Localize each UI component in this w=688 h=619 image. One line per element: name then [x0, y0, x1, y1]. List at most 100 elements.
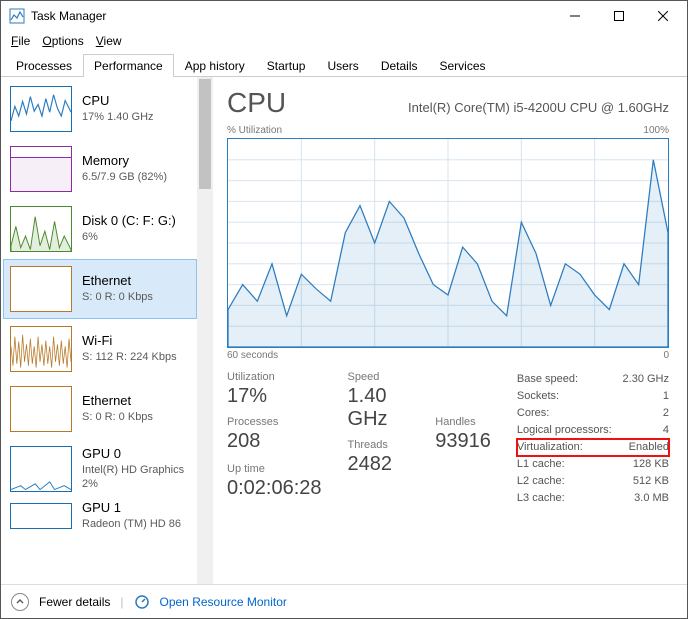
- minimize-icon: [570, 11, 580, 21]
- sidebar-item-label: Disk 0 (C: F: G:): [82, 213, 176, 230]
- sidebar-item-sub: S: 112 R: 224 Kbps: [82, 350, 177, 364]
- spec-lprocs-l: Logical processors:: [517, 422, 612, 439]
- sidebar-item-gpu1[interactable]: GPU 1 Radeon (TM) HD 86: [3, 499, 197, 533]
- sidebar-item-ethernet2[interactable]: Ethernet S: 0 R: 0 Kbps: [3, 379, 197, 439]
- sidebar-item-wifi[interactable]: Wi-Fi S: 112 R: 224 Kbps: [3, 319, 197, 379]
- uptime-value: 0:02:06:28: [227, 477, 322, 500]
- gpu1-thumbnail-chart: [10, 503, 72, 529]
- spec-l2: 512 KB: [633, 473, 669, 490]
- menu-options[interactable]: Options: [42, 34, 83, 48]
- scrollbar-thumb[interactable]: [199, 79, 211, 189]
- sidebar-item-sub: 6.5/7.9 GB (82%): [82, 170, 167, 184]
- specs-table: Base speed: 2.30 GHz Sockets: 1 Cores: 2 Lo…: [517, 371, 669, 507]
- sidebar-item-label: Memory: [82, 153, 167, 170]
- task-manager-window: Task Manager File Options View Processes…: [0, 0, 688, 619]
- speed-value: 1.40 GHz: [348, 385, 410, 431]
- chevron-up-icon[interactable]: [11, 593, 29, 611]
- sidebar-list[interactable]: CPU 17% 1.40 GHz Memory 6.5/7.9 GB (82%): [1, 77, 197, 584]
- sidebar-item-sub: Intel(R) HD Graphics: [82, 463, 184, 477]
- spec-cores: 2: [663, 405, 669, 422]
- spec-virtualization: Enabled: [629, 439, 669, 456]
- spec-sockets-l: Sockets:: [517, 388, 559, 405]
- minimize-button[interactable]: [553, 2, 597, 30]
- chart-xlabel-left: 60 seconds: [227, 350, 278, 361]
- handles-value: 93916: [435, 430, 491, 453]
- spec-virtualization-l: Virtualization:: [517, 439, 583, 456]
- gpu0-thumbnail-chart: [10, 446, 72, 492]
- spec-base-speed: 2.30 GHz: [623, 371, 669, 388]
- threads-label: Threads: [348, 439, 410, 451]
- sidebar-item-disk0[interactable]: Disk 0 (C: F: G:) 6%: [3, 199, 197, 259]
- sidebar-item-gpu0[interactable]: GPU 0 Intel(R) HD Graphics 2%: [3, 439, 197, 499]
- sidebar-panel: CPU 17% 1.40 GHz Memory 6.5/7.9 GB (82%): [1, 77, 213, 584]
- sidebar-item-sub: 6%: [82, 230, 176, 244]
- tab-processes[interactable]: Processes: [5, 54, 83, 77]
- sidebar-item-label: GPU 0: [82, 446, 184, 463]
- spec-l1-l: L1 cache:: [517, 456, 565, 473]
- maximize-icon: [614, 11, 624, 21]
- resource-monitor-icon: [134, 594, 150, 610]
- spec-lprocs: 4: [663, 422, 669, 439]
- spec-l1: 128 KB: [633, 456, 669, 473]
- speed-label: Speed: [348, 371, 410, 383]
- sidebar-item-sub: 17% 1.40 GHz: [82, 110, 154, 124]
- sidebar-item-label: Ethernet: [82, 273, 153, 290]
- sidebar-scrollbar[interactable]: [197, 77, 213, 584]
- cpu-model-name: Intel(R) Core(TM) i5-4200U CPU @ 1.60GHz: [408, 100, 669, 115]
- sidebar-item-cpu[interactable]: CPU 17% 1.40 GHz: [3, 79, 197, 139]
- menubar: File Options View: [1, 31, 687, 51]
- footer-divider: |: [120, 595, 123, 609]
- close-icon: [658, 11, 668, 21]
- fewer-details-link[interactable]: Fewer details: [39, 595, 110, 609]
- spec-cores-l: Cores:: [517, 405, 549, 422]
- tab-users[interactable]: Users: [316, 54, 369, 77]
- sidebar-item-ethernet[interactable]: Ethernet S: 0 R: 0 Kbps: [3, 259, 197, 319]
- menu-file[interactable]: File: [11, 34, 30, 48]
- processes-label: Processes: [227, 416, 322, 428]
- tab-startup[interactable]: Startup: [256, 54, 317, 77]
- sidebar-item-label: Ethernet: [82, 393, 153, 410]
- open-resource-monitor-link[interactable]: Open Resource Monitor: [160, 595, 287, 609]
- spec-l3: 3.0 MB: [634, 490, 669, 507]
- sidebar-item-sub: S: 0 R: 0 Kbps: [82, 410, 153, 424]
- chart-xlabel-right: 0: [663, 350, 669, 361]
- spec-l2-l: L2 cache:: [517, 473, 565, 490]
- tab-app-history[interactable]: App history: [174, 54, 256, 77]
- handles-label: Handles: [435, 416, 491, 428]
- spec-base-speed-l: Base speed:: [517, 371, 578, 388]
- cpu-thumbnail-chart: [10, 86, 72, 132]
- spec-l3-l: L3 cache:: [517, 490, 565, 507]
- tab-performance[interactable]: Performance: [83, 54, 174, 77]
- close-button[interactable]: [641, 2, 685, 30]
- tab-bar: Processes Performance App history Startu…: [1, 51, 687, 77]
- sidebar-item-sub: S: 0 R: 0 Kbps: [82, 290, 153, 304]
- chart-ylabel: % Utilization: [227, 125, 282, 136]
- titlebar[interactable]: Task Manager: [1, 1, 687, 31]
- footer-bar: Fewer details | Open Resource Monitor: [1, 584, 687, 618]
- page-title: CPU: [227, 87, 286, 119]
- stats-block: Utilization 17% Processes 208 Up time 0:…: [227, 371, 669, 507]
- menu-view[interactable]: View: [96, 34, 122, 48]
- sidebar-item-memory[interactable]: Memory 6.5/7.9 GB (82%): [3, 139, 197, 199]
- threads-value: 2482: [348, 453, 410, 476]
- utilization-label: Utilization: [227, 371, 322, 383]
- task-manager-icon: [9, 8, 25, 24]
- uptime-label: Up time: [227, 463, 322, 475]
- sidebar-item-sub: Radeon (TM) HD 86: [82, 517, 181, 531]
- ethernet-thumbnail-chart: [10, 266, 72, 312]
- memory-thumbnail-chart: [10, 146, 72, 192]
- spec-sockets: 1: [663, 388, 669, 405]
- maximize-button[interactable]: [597, 2, 641, 30]
- content-area: CPU 17% 1.40 GHz Memory 6.5/7.9 GB (82%): [1, 77, 687, 584]
- wifi-thumbnail-chart: [10, 326, 72, 372]
- tab-services[interactable]: Services: [429, 54, 497, 77]
- sidebar-item-label: GPU 1: [82, 500, 181, 517]
- processes-value: 208: [227, 430, 322, 453]
- window-title: Task Manager: [31, 9, 106, 23]
- sidebar-item-sub2: 2%: [82, 477, 184, 491]
- sidebar-item-label: Wi-Fi: [82, 333, 177, 350]
- tab-details[interactable]: Details: [370, 54, 429, 77]
- main-panel: CPU Intel(R) Core(TM) i5-4200U CPU @ 1.6…: [213, 77, 687, 584]
- cpu-utilization-chart[interactable]: [227, 138, 669, 348]
- disk-thumbnail-chart: [10, 206, 72, 252]
